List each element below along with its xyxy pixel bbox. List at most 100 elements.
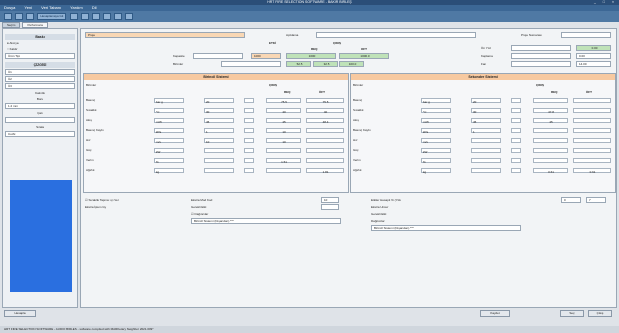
secondary-spin-button[interactable] [511, 128, 521, 133]
primary-unit-select[interactable]: kg [154, 168, 184, 174]
exit-button[interactable]: Çıkış [588, 310, 612, 317]
toolbar-button-5[interactable] [69, 13, 78, 20]
menu-help[interactable]: Yardım [70, 5, 83, 10]
save-button[interactable]: Kaydet [480, 310, 510, 317]
toolbar-button-6[interactable] [80, 13, 89, 20]
primary-unit-select[interactable]: % [154, 158, 184, 164]
distributors-check[interactable]: ☑ Dağıtıcılar [191, 211, 208, 217]
pipe-size-select[interactable]: 1.2 mm [5, 103, 75, 109]
units-value-1: 52.5 [286, 61, 311, 67]
product-type-select[interactable]: Ürün Tipi [5, 53, 75, 59]
col-head-output: ÇIKIŞ [333, 41, 342, 45]
primary-input-value[interactable] [204, 168, 234, 173]
project-field[interactable]: Proje [85, 32, 245, 38]
primary-input-value[interactable] [204, 148, 234, 153]
secondary-input-value[interactable] [471, 158, 501, 163]
primary-input-value[interactable]: 10 [204, 138, 234, 144]
secondary-unit-select[interactable]: % [421, 158, 451, 164]
secondary-unit-select[interactable]: kg [421, 168, 451, 174]
right-value-2[interactable]: 0.00 [576, 53, 611, 59]
sort-select[interactable]: Cu/Al [5, 131, 75, 137]
project-number-input[interactable] [561, 32, 611, 38]
primary-unit-select[interactable]: kPa [154, 128, 184, 134]
secondary-input-value[interactable]: 30 [471, 108, 501, 114]
toolbar-calc-button[interactable]: Hesaplamaya Git [37, 13, 67, 20]
units-select[interactable] [221, 61, 281, 67]
secondary-unit-select[interactable]: °C [421, 108, 451, 114]
toolbar-button-9[interactable] [114, 13, 123, 20]
primary-spin-button[interactable] [244, 98, 254, 103]
toolbar-button-10[interactable] [125, 13, 134, 20]
roof-select[interactable] [5, 117, 75, 123]
secondary-req-value [533, 128, 568, 133]
capacity-unit-select[interactable] [193, 53, 243, 59]
primary-input-value[interactable]: 45 [204, 118, 234, 124]
toolbar-button-8[interactable] [102, 13, 111, 20]
primary-spin-button[interactable] [244, 138, 254, 143]
secondary-input-value[interactable]: 20 [471, 98, 501, 104]
secondary-unit-select[interactable]: m/s [421, 138, 451, 144]
sidebar-field-2[interactable]: Ü2 [5, 76, 75, 82]
menu-file[interactable]: Dosya [4, 5, 15, 10]
secondary-spin-button[interactable] [511, 138, 521, 143]
primary-input-value[interactable]: 20 [204, 98, 234, 104]
sidebar-field-1[interactable]: Ü1 [5, 69, 75, 75]
secondary-spin-button[interactable] [511, 148, 521, 153]
primary-input-value[interactable]: 30 [204, 108, 234, 114]
calculate-button[interactable]: Hesapla [4, 310, 36, 317]
toolbar-button-7[interactable] [91, 13, 100, 20]
overflow-check[interactable]: ☑ Sıcaklık Taşma: ıçı Ver [85, 197, 119, 203]
primary-unit-select[interactable]: m/s [154, 138, 184, 144]
small-value-1[interactable]: 10 [321, 197, 339, 203]
primary-input-value[interactable] [204, 158, 234, 163]
secondary-input-value[interactable] [471, 148, 501, 153]
secondary-spin-button[interactable] [511, 98, 521, 103]
primary-spin-button[interactable] [244, 168, 254, 173]
menu-new[interactable]: Yeni [24, 5, 32, 10]
primary-spin-button[interactable] [244, 158, 254, 163]
secondary-unit-select[interactable]: m³/h [421, 118, 451, 124]
toolbar-button-2[interactable] [15, 13, 24, 20]
toolbar-button-1[interactable] [4, 13, 12, 20]
small-value-2[interactable] [321, 204, 339, 210]
right-value-3[interactable]: 14.00 [576, 61, 611, 67]
toolbar-button-3[interactable] [26, 13, 35, 20]
select-button[interactable]: Seç [560, 310, 584, 317]
primary-unit-select[interactable]: m³/h [154, 118, 184, 124]
primary-spin-button[interactable] [244, 108, 254, 113]
small-value-3[interactable]: 0 [561, 197, 581, 203]
secondary-unit-select[interactable]: kPa [421, 128, 451, 134]
secondary-unit-select[interactable]: bar g [421, 98, 451, 104]
primary-unit-select[interactable]: kW [154, 148, 184, 154]
primary-distributor-select[interactable]: Birincil Sistemi (Dışarıdan) *** [191, 218, 341, 224]
right-select-3[interactable] [511, 61, 571, 67]
secondary-input-value[interactable] [471, 138, 501, 143]
secondary-input-value[interactable]: 45 [471, 118, 501, 124]
right-select-1[interactable] [511, 45, 571, 51]
secondary-spin-button[interactable] [511, 118, 521, 123]
secondary-oft-value [573, 98, 611, 103]
description-input[interactable] [316, 32, 476, 38]
right-select-2[interactable] [511, 53, 571, 59]
lower-options: ☑ Sıcaklık Taşma: ıçı Ver Ekstra Mod Kod… [81, 197, 616, 237]
secondary-unit-select[interactable]: kW [421, 148, 451, 154]
primary-unit-select[interactable]: bar g [154, 98, 184, 104]
secondary-input-value[interactable] [471, 168, 501, 173]
primary-spin-button[interactable] [244, 128, 254, 133]
sidebar-field-3[interactable]: Ü3 [5, 83, 75, 89]
extra-mode-label: Ekstra Mod Kod [191, 198, 213, 202]
primary-spin-button[interactable] [244, 148, 254, 153]
primary-unit-select[interactable]: °C [154, 108, 184, 114]
secondary-spin-button[interactable] [511, 108, 521, 113]
capacity-input[interactable]: 1000 [251, 53, 281, 59]
small-value-4[interactable]: 7 [586, 197, 606, 203]
menu-database[interactable]: Veri Tabanı [41, 5, 61, 10]
primary-input-value[interactable]: 1 [204, 128, 234, 134]
secondary-distributor-select[interactable]: Birincil Sistemi (Dışarıdan) *** [371, 225, 521, 231]
primary-spin-button[interactable] [244, 118, 254, 123]
secondary-spin-button[interactable] [511, 158, 521, 163]
menu-language[interactable]: Dil [92, 5, 97, 10]
secondary-spin-button[interactable] [511, 168, 521, 173]
secondary-input-value[interactable]: 1 [471, 128, 501, 134]
radio-remove[interactable]: ○ Kaldır [5, 46, 75, 52]
